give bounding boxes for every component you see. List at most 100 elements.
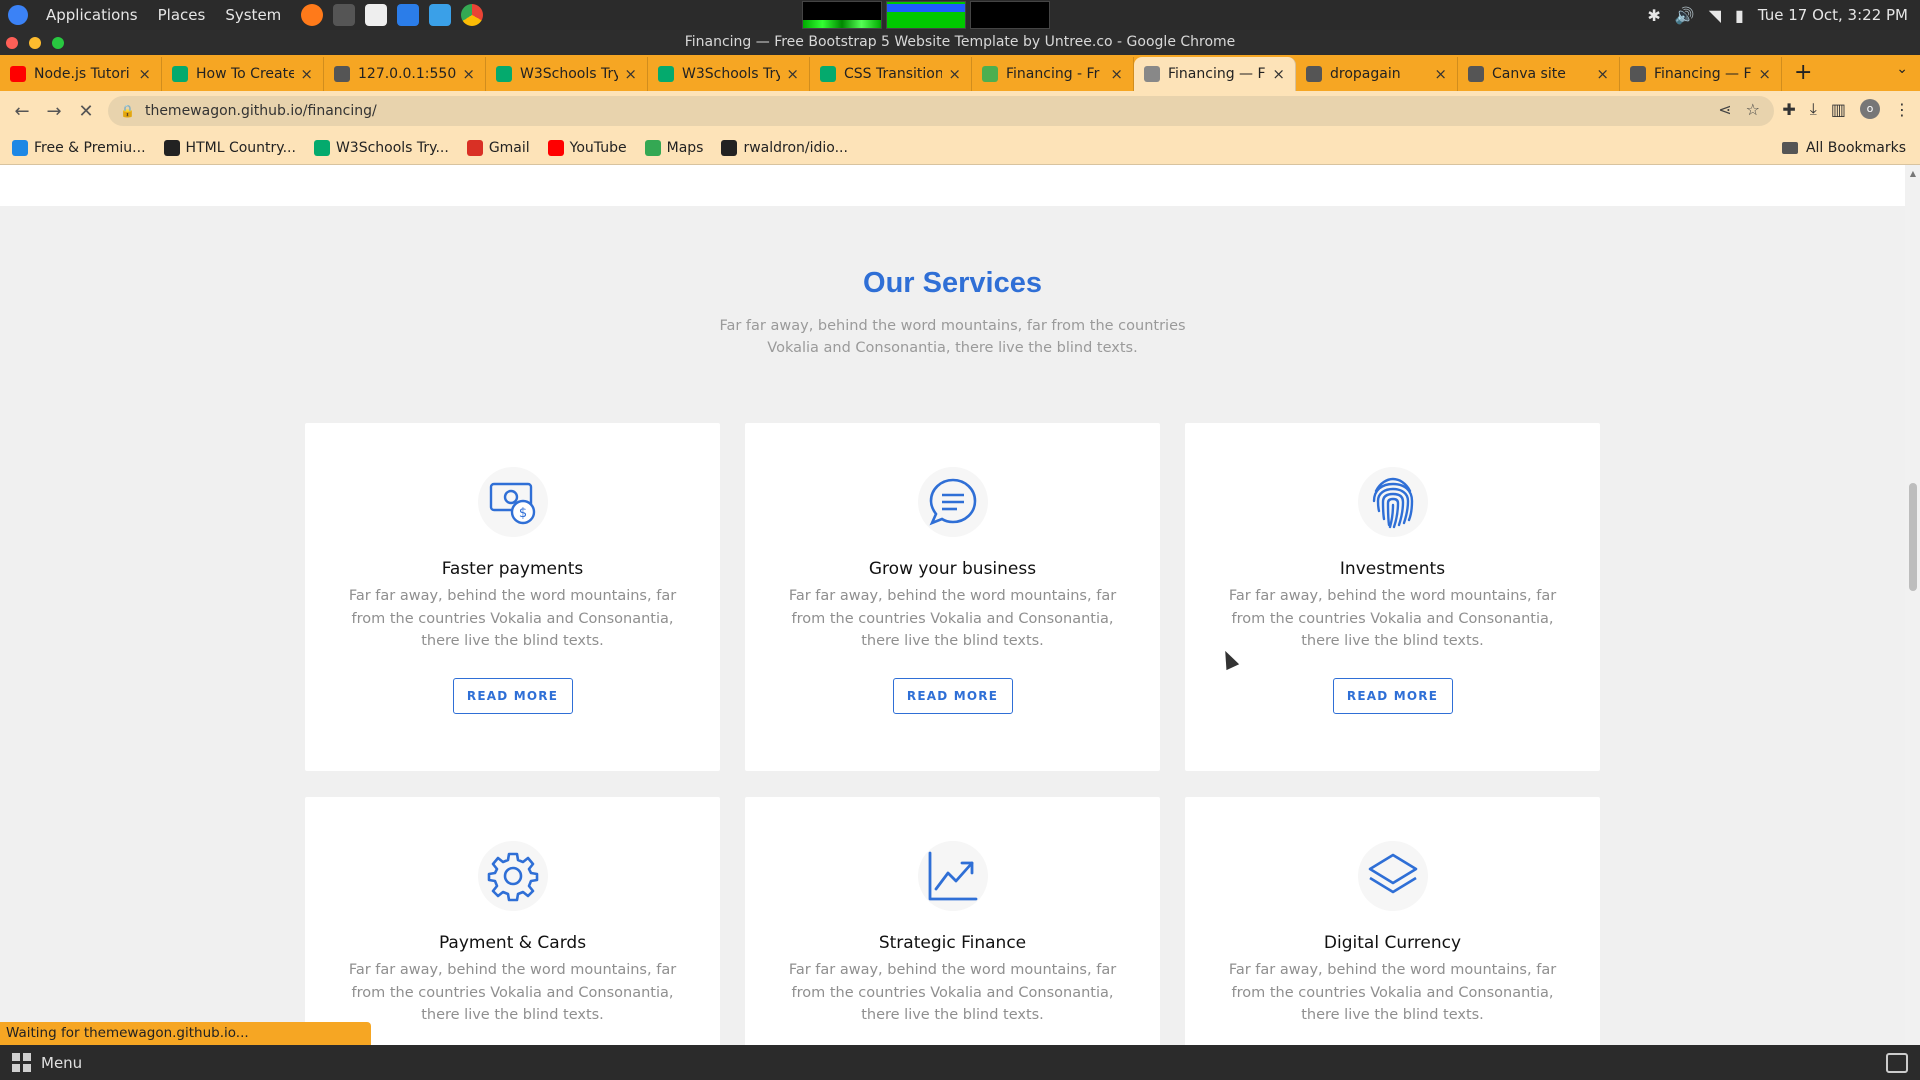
text-editor-icon[interactable] — [365, 4, 388, 26]
close-tab-icon[interactable]: × — [1596, 65, 1609, 83]
w3schools-icon — [496, 66, 512, 82]
system-monitors — [802, 1, 1050, 29]
bookmark-item[interactable]: Maps — [644, 139, 703, 156]
download-icon[interactable]: ⤓ — [1810, 99, 1817, 119]
close-tab-icon[interactable]: × — [624, 65, 637, 83]
close-tab-icon[interactable]: × — [1110, 65, 1123, 83]
new-tab-button[interactable]: + — [1794, 57, 1812, 91]
maximize-window-button[interactable] — [52, 37, 64, 49]
bookmark-label: rwaldron/idio... — [743, 139, 848, 156]
bookmark-label: YouTube — [569, 139, 627, 156]
cloud-icon[interactable] — [429, 4, 452, 26]
bookmark-item[interactable]: W3Schools Try... — [313, 139, 449, 156]
menu-grid-icon[interactable] — [12, 1053, 31, 1072]
service-description: Far far away, behind the word mountains,… — [348, 588, 677, 649]
browser-tab[interactable]: Financing - Fr × — [972, 57, 1134, 91]
bookmark-item[interactable]: YouTube — [547, 139, 627, 156]
close-tab-icon[interactable]: × — [948, 65, 961, 83]
tab-title: Financing - Fr — [1006, 66, 1100, 82]
browser-tab[interactable]: Financing — F × — [1620, 57, 1782, 91]
read-more-button[interactable]: READ MORE — [452, 678, 573, 714]
bookmark-item[interactable]: Gmail — [466, 139, 530, 156]
chat-bubble-icon — [917, 467, 988, 537]
page-viewport: Our Services Far far away, behind the wo… — [0, 165, 1920, 1045]
tab-title: CSS Transition — [844, 66, 943, 82]
all-bookmarks-button[interactable]: All Bookmarks — [1781, 131, 1906, 165]
browser-tab[interactable]: dropagain × — [1296, 57, 1458, 91]
close-tab-icon[interactable]: × — [1758, 65, 1771, 83]
read-more-button[interactable]: READ MORE — [892, 678, 1013, 714]
bookmark-item[interactable]: Free & Premiu... — [12, 139, 146, 156]
extensions-icon[interactable]: ✚ — [1782, 100, 1795, 119]
profile-avatar[interactable]: o — [1860, 99, 1880, 119]
browser-tab[interactable]: W3Schools Try × — [486, 57, 648, 91]
service-description: Far far away, behind the word mountains,… — [1228, 962, 1557, 1023]
close-tab-icon[interactable]: × — [786, 65, 799, 83]
share-icon[interactable]: ⋖ — [1718, 100, 1731, 119]
bookmark-item[interactable]: HTML Country... — [163, 139, 296, 156]
globe-icon — [1468, 66, 1484, 82]
service-card: Digital Currency Far far away, behind th… — [1185, 797, 1600, 1045]
close-window-button[interactable] — [6, 37, 18, 49]
youtube-icon — [10, 66, 26, 82]
close-tab-icon[interactable]: × — [300, 65, 313, 83]
service-description: Far far away, behind the word mountains,… — [788, 962, 1117, 1023]
scroll-up-icon[interactable]: ▲ — [1910, 169, 1916, 178]
distro-logo-icon[interactable] — [8, 5, 28, 25]
bluetooth-icon[interactable]: ✱ — [1647, 6, 1660, 25]
tab-search-icon[interactable]: ⌄ — [1896, 61, 1908, 77]
close-tab-icon[interactable]: × — [462, 65, 475, 83]
chrome-menu-icon[interactable]: ⋮ — [1894, 100, 1910, 119]
clock[interactable]: Tue 17 Oct, 3:22 PM — [1758, 6, 1908, 24]
chrome-icon[interactable] — [461, 4, 484, 26]
minimize-window-button[interactable] — [29, 37, 41, 49]
tab-title: W3Schools Try — [520, 66, 619, 82]
browser-tab[interactable]: Node.js Tutori × — [0, 57, 162, 91]
page-scrollbar[interactable]: ▲ — [1905, 165, 1920, 1045]
url-text[interactable]: themewagon.github.io/financing/ — [145, 103, 377, 119]
side-panel-icon[interactable]: ▥ — [1831, 100, 1846, 119]
network-monitor — [970, 1, 1050, 29]
wifi-icon[interactable]: ◥ — [1709, 6, 1721, 25]
places-menu[interactable]: Places — [156, 6, 208, 24]
bookmark-item[interactable]: rwaldron/idio... — [721, 139, 848, 156]
address-bar[interactable]: 🔒 themewagon.github.io/financing/ ⋖ ☆ — [108, 96, 1774, 126]
vscode-icon[interactable] — [397, 4, 420, 26]
system-menu[interactable]: System — [223, 6, 283, 24]
lock-icon[interactable]: 🔒 — [120, 104, 135, 118]
window-titlebar: Financing — Free Bootstrap 5 Website Tem… — [0, 30, 1920, 55]
volume-icon[interactable]: 🔊 — [1675, 6, 1695, 25]
tab-title: Node.js Tutori — [34, 66, 130, 82]
close-tab-icon[interactable]: × — [138, 65, 151, 83]
browser-tab[interactable]: 127.0.0.1:5500 × — [324, 57, 486, 91]
taskbar-menu-button[interactable]: Menu — [41, 1054, 82, 1072]
back-button[interactable]: ← — [6, 101, 38, 122]
bookmark-star-icon[interactable]: ☆ — [1746, 100, 1760, 119]
battery-icon[interactable]: ▮ — [1735, 6, 1744, 25]
applications-menu[interactable]: Applications — [44, 6, 140, 24]
scrollbar-thumb[interactable] — [1909, 483, 1917, 591]
forward-button[interactable]: → — [38, 101, 70, 122]
close-tab-icon[interactable]: × — [1434, 65, 1447, 83]
service-title: Strategic Finance — [878, 933, 1027, 953]
show-desktop-icon[interactable] — [1886, 1053, 1908, 1073]
tab-title: W3Schools Try — [682, 66, 781, 82]
firefox-icon[interactable] — [301, 4, 324, 26]
read-more-button[interactable]: READ MORE — [1332, 678, 1453, 714]
stop-loading-button[interactable]: ✕ — [70, 101, 102, 122]
browser-tab[interactable]: How To Create × — [162, 57, 324, 91]
browser-tab[interactable]: CSS Transition × — [810, 57, 972, 91]
close-tab-icon[interactable]: × — [1272, 65, 1285, 83]
tab-strip: Node.js Tutori × How To Create × 127.0.0.1:5… — [0, 55, 1920, 91]
browser-tab[interactable]: W3Schools Try × — [648, 57, 810, 91]
browser-tab[interactable]: Financing — F × — [1134, 57, 1296, 91]
terminal-icon[interactable] — [333, 4, 356, 26]
leaf-icon — [982, 66, 998, 82]
all-bookmarks-label: All Bookmarks — [1805, 140, 1906, 156]
browser-tab[interactable]: Canva site × — [1458, 57, 1620, 91]
globe-icon — [1630, 66, 1646, 82]
browser-toolbar: ← → ✕ 🔒 themewagon.github.io/financing/ … — [0, 91, 1920, 131]
tab-title: How To Create — [196, 66, 295, 82]
tab-title: Canva site — [1492, 66, 1566, 82]
globe-icon — [1306, 66, 1322, 82]
